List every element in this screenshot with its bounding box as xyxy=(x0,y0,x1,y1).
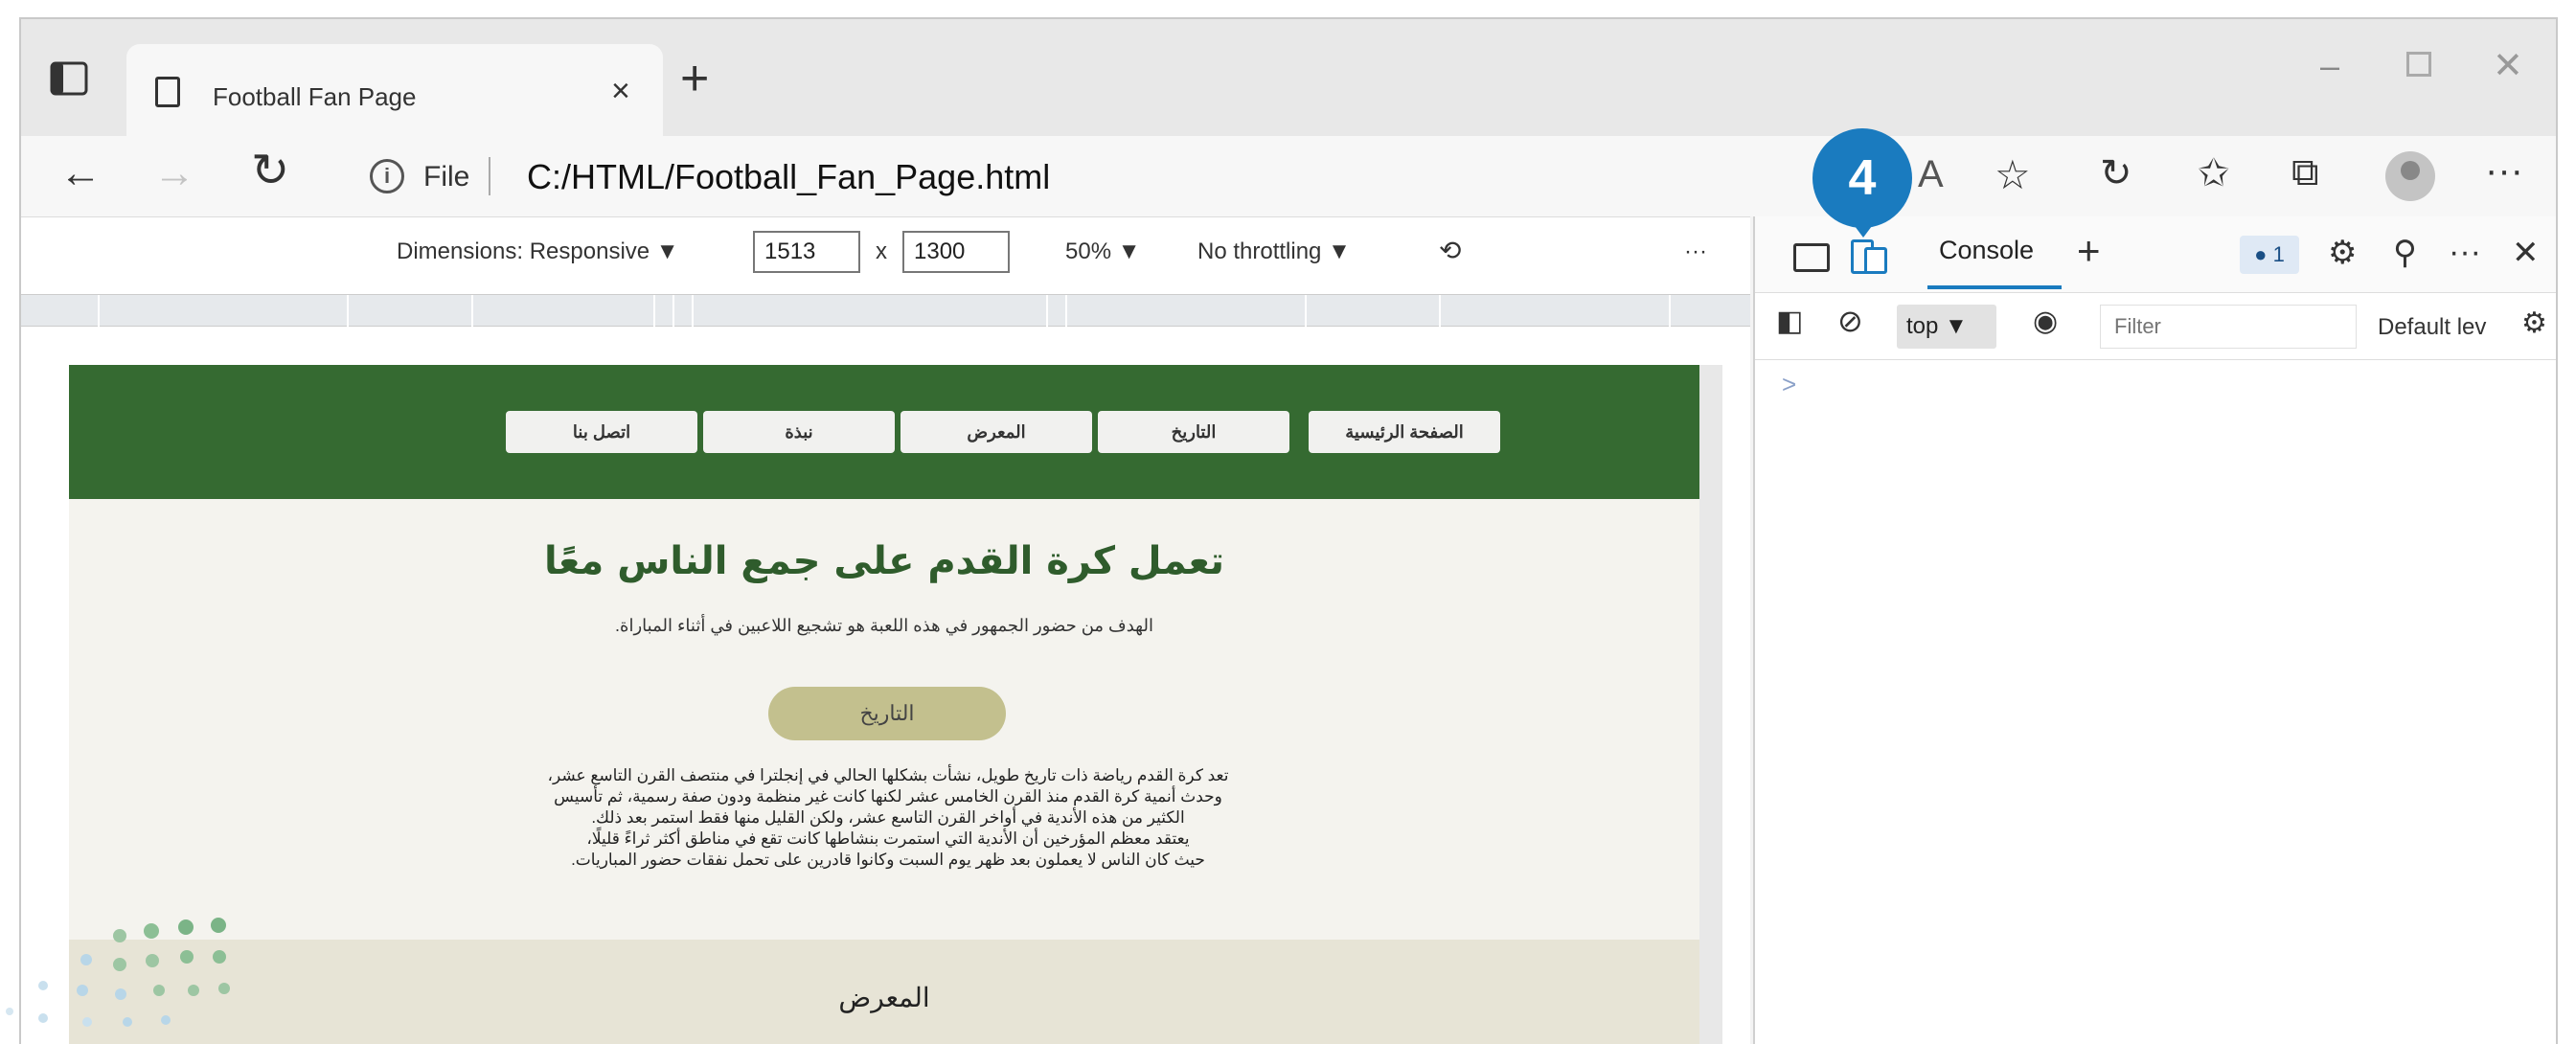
nav-gallery[interactable]: المعرض xyxy=(900,411,1092,453)
console-filter-bar: ◧ ⊘ top ▼ ◉ Default lev ⚙ xyxy=(1755,293,2556,360)
dimension-separator: x xyxy=(876,238,887,264)
clear-console-icon[interactable]: ⊘ xyxy=(1837,303,1863,339)
active-tab-indicator xyxy=(1927,285,2062,289)
add-panel-button[interactable]: + xyxy=(2077,228,2101,274)
issues-badge[interactable]: ● 1 xyxy=(2240,236,2299,274)
add-favorite-icon[interactable]: ☆ xyxy=(1995,151,2031,198)
inspect-element-icon[interactable] xyxy=(1793,243,1830,272)
window-close-button[interactable]: ✕ xyxy=(2493,44,2523,87)
dimensions-dropdown[interactable]: Dimensions: Responsive ▼ xyxy=(397,238,679,265)
callout-pointer xyxy=(1846,215,1881,238)
history-line: تعد كرة القدم رياضة ذات تاريخ طويل، نشأت… xyxy=(547,766,1229,784)
step-callout-badge: 4 xyxy=(1812,128,1912,228)
console-prompt[interactable]: > xyxy=(1782,370,1796,399)
forward-button[interactable]: → xyxy=(153,149,195,197)
back-button[interactable]: ← xyxy=(59,149,102,197)
maximize-button[interactable] xyxy=(2406,52,2431,77)
hero-subtitle: الهدف من حضور الجمهور في هذه اللعبة هو ت… xyxy=(615,616,1153,635)
settings-more-button[interactable]: ··· xyxy=(2485,149,2523,193)
device-emulation-icon-front xyxy=(1864,247,1887,274)
throttling-dropdown[interactable]: No throttling ▼ xyxy=(1197,238,1351,265)
browser-toolbar: ← → ↻ i File C:/HTML/Football_Fan_Page.h… xyxy=(21,136,2556,216)
zoom-dropdown[interactable]: 50% ▼ xyxy=(1065,238,1140,265)
decorative-dots xyxy=(0,908,249,1044)
nav-history[interactable]: التاريخ xyxy=(1098,411,1289,453)
history-line: حيث كان الناس لا يعملون بعد ظهر يوم السب… xyxy=(571,851,1205,869)
gallery-section: المعرض xyxy=(69,940,1699,1044)
tab-actions-icon xyxy=(50,61,88,96)
console-filter-input[interactable] xyxy=(2100,305,2357,349)
hero-title: تعمل كرة القدم على جمع الناس معًا xyxy=(543,539,1225,583)
emulated-page-area: الصفحة الرئيسية التاريخ المعرض نبذة اتصل… xyxy=(21,327,1750,1044)
refresh-button[interactable]: ↻ xyxy=(251,144,289,197)
history-paragraph: تعد كرة القدم رياضة ذات تاريخ طويل، نشأت… xyxy=(395,765,1381,871)
address-bar[interactable]: C:/HTML/Football_Fan_Page.html xyxy=(527,157,1050,197)
gallery-title: المعرض xyxy=(838,983,930,1012)
eye-icon[interactable]: ◉ xyxy=(2033,305,2058,338)
tab-console[interactable]: Console xyxy=(1939,236,2034,265)
gear-icon[interactable]: ⚙ xyxy=(2328,234,2357,272)
history-line: يعتقد معظم المؤرخين أن الأندية التي استم… xyxy=(586,829,1190,848)
site-navigation: الصفحة الرئيسية التاريخ المعرض نبذة اتصل… xyxy=(69,365,1699,499)
history-line: الكثير من هذه الأندية في أواخر القرن الت… xyxy=(591,808,1185,827)
nav-home[interactable]: الصفحة الرئيسية xyxy=(1309,411,1500,453)
sidebar-toggle-icon[interactable]: ◧ xyxy=(1776,305,1803,338)
browser-window: Football Fan Page × + – ✕ ← → ↻ i File C… xyxy=(19,17,2558,1044)
address-prefix: File xyxy=(423,161,470,193)
tab-actions-button[interactable] xyxy=(48,59,90,98)
nav-about[interactable]: نبذة xyxy=(703,411,895,453)
page-scrollbar[interactable] xyxy=(1699,365,1722,1044)
refresh-sync-icon[interactable]: ↻ xyxy=(2100,151,2132,195)
page-icon xyxy=(155,77,180,107)
media-query-bar[interactable] xyxy=(21,294,1750,328)
nav-contact[interactable]: اتصل بنا xyxy=(506,411,697,453)
device-toolbar: Dimensions: Responsive ▼ x 50% ▼ No thro… xyxy=(21,217,1750,294)
devtools-panel: Console + ● 1 ⚙ ⚲ ··· ✕ ◧ ⊘ top ▼ ◉ Defa… xyxy=(1753,216,2556,1044)
address-divider xyxy=(489,157,490,195)
tab-close-button[interactable]: × xyxy=(611,73,630,110)
favorites-icon[interactable]: ✩ xyxy=(2198,151,2230,195)
devtools-more-button[interactable]: ··· xyxy=(2449,234,2481,271)
log-levels-dropdown[interactable]: Default lev xyxy=(2378,314,2486,341)
tab-title: Football Fan Page xyxy=(213,82,417,111)
context-selector[interactable]: top ▼ xyxy=(1897,305,1996,349)
width-input[interactable] xyxy=(753,231,860,273)
collections-icon[interactable]: ⧉ xyxy=(2291,151,2319,194)
read-aloud-icon[interactable]: A xyxy=(1918,153,1944,196)
football-fan-page: الصفحة الرئيسية التاريخ المعرض نبذة اتصل… xyxy=(69,365,1699,1044)
browser-tab[interactable]: Football Fan Page × xyxy=(126,44,663,136)
profile-avatar[interactable] xyxy=(2385,151,2435,201)
devtools-close-button[interactable]: ✕ xyxy=(2512,234,2540,272)
customize-icon[interactable]: ⚲ xyxy=(2393,234,2417,272)
history-button[interactable]: التاريخ xyxy=(768,687,1006,740)
rotate-icon[interactable]: ⟲ xyxy=(1439,235,1461,266)
title-bar: Football Fan Page × + – ✕ xyxy=(21,19,2556,136)
history-line: وحدث أنمية كرة القدم منذ القرن الخامس عش… xyxy=(554,787,1222,806)
info-icon[interactable]: i xyxy=(370,159,404,193)
console-settings-icon[interactable]: ⚙ xyxy=(2521,306,2547,340)
new-tab-button[interactable]: + xyxy=(680,54,709,103)
minimize-button[interactable]: – xyxy=(2320,46,2339,86)
device-toolbar-more[interactable]: ··· xyxy=(1684,238,1707,265)
page-viewport: Dimensions: Responsive ▼ x 50% ▼ No thro… xyxy=(21,216,1750,1044)
height-input[interactable] xyxy=(902,231,1010,273)
